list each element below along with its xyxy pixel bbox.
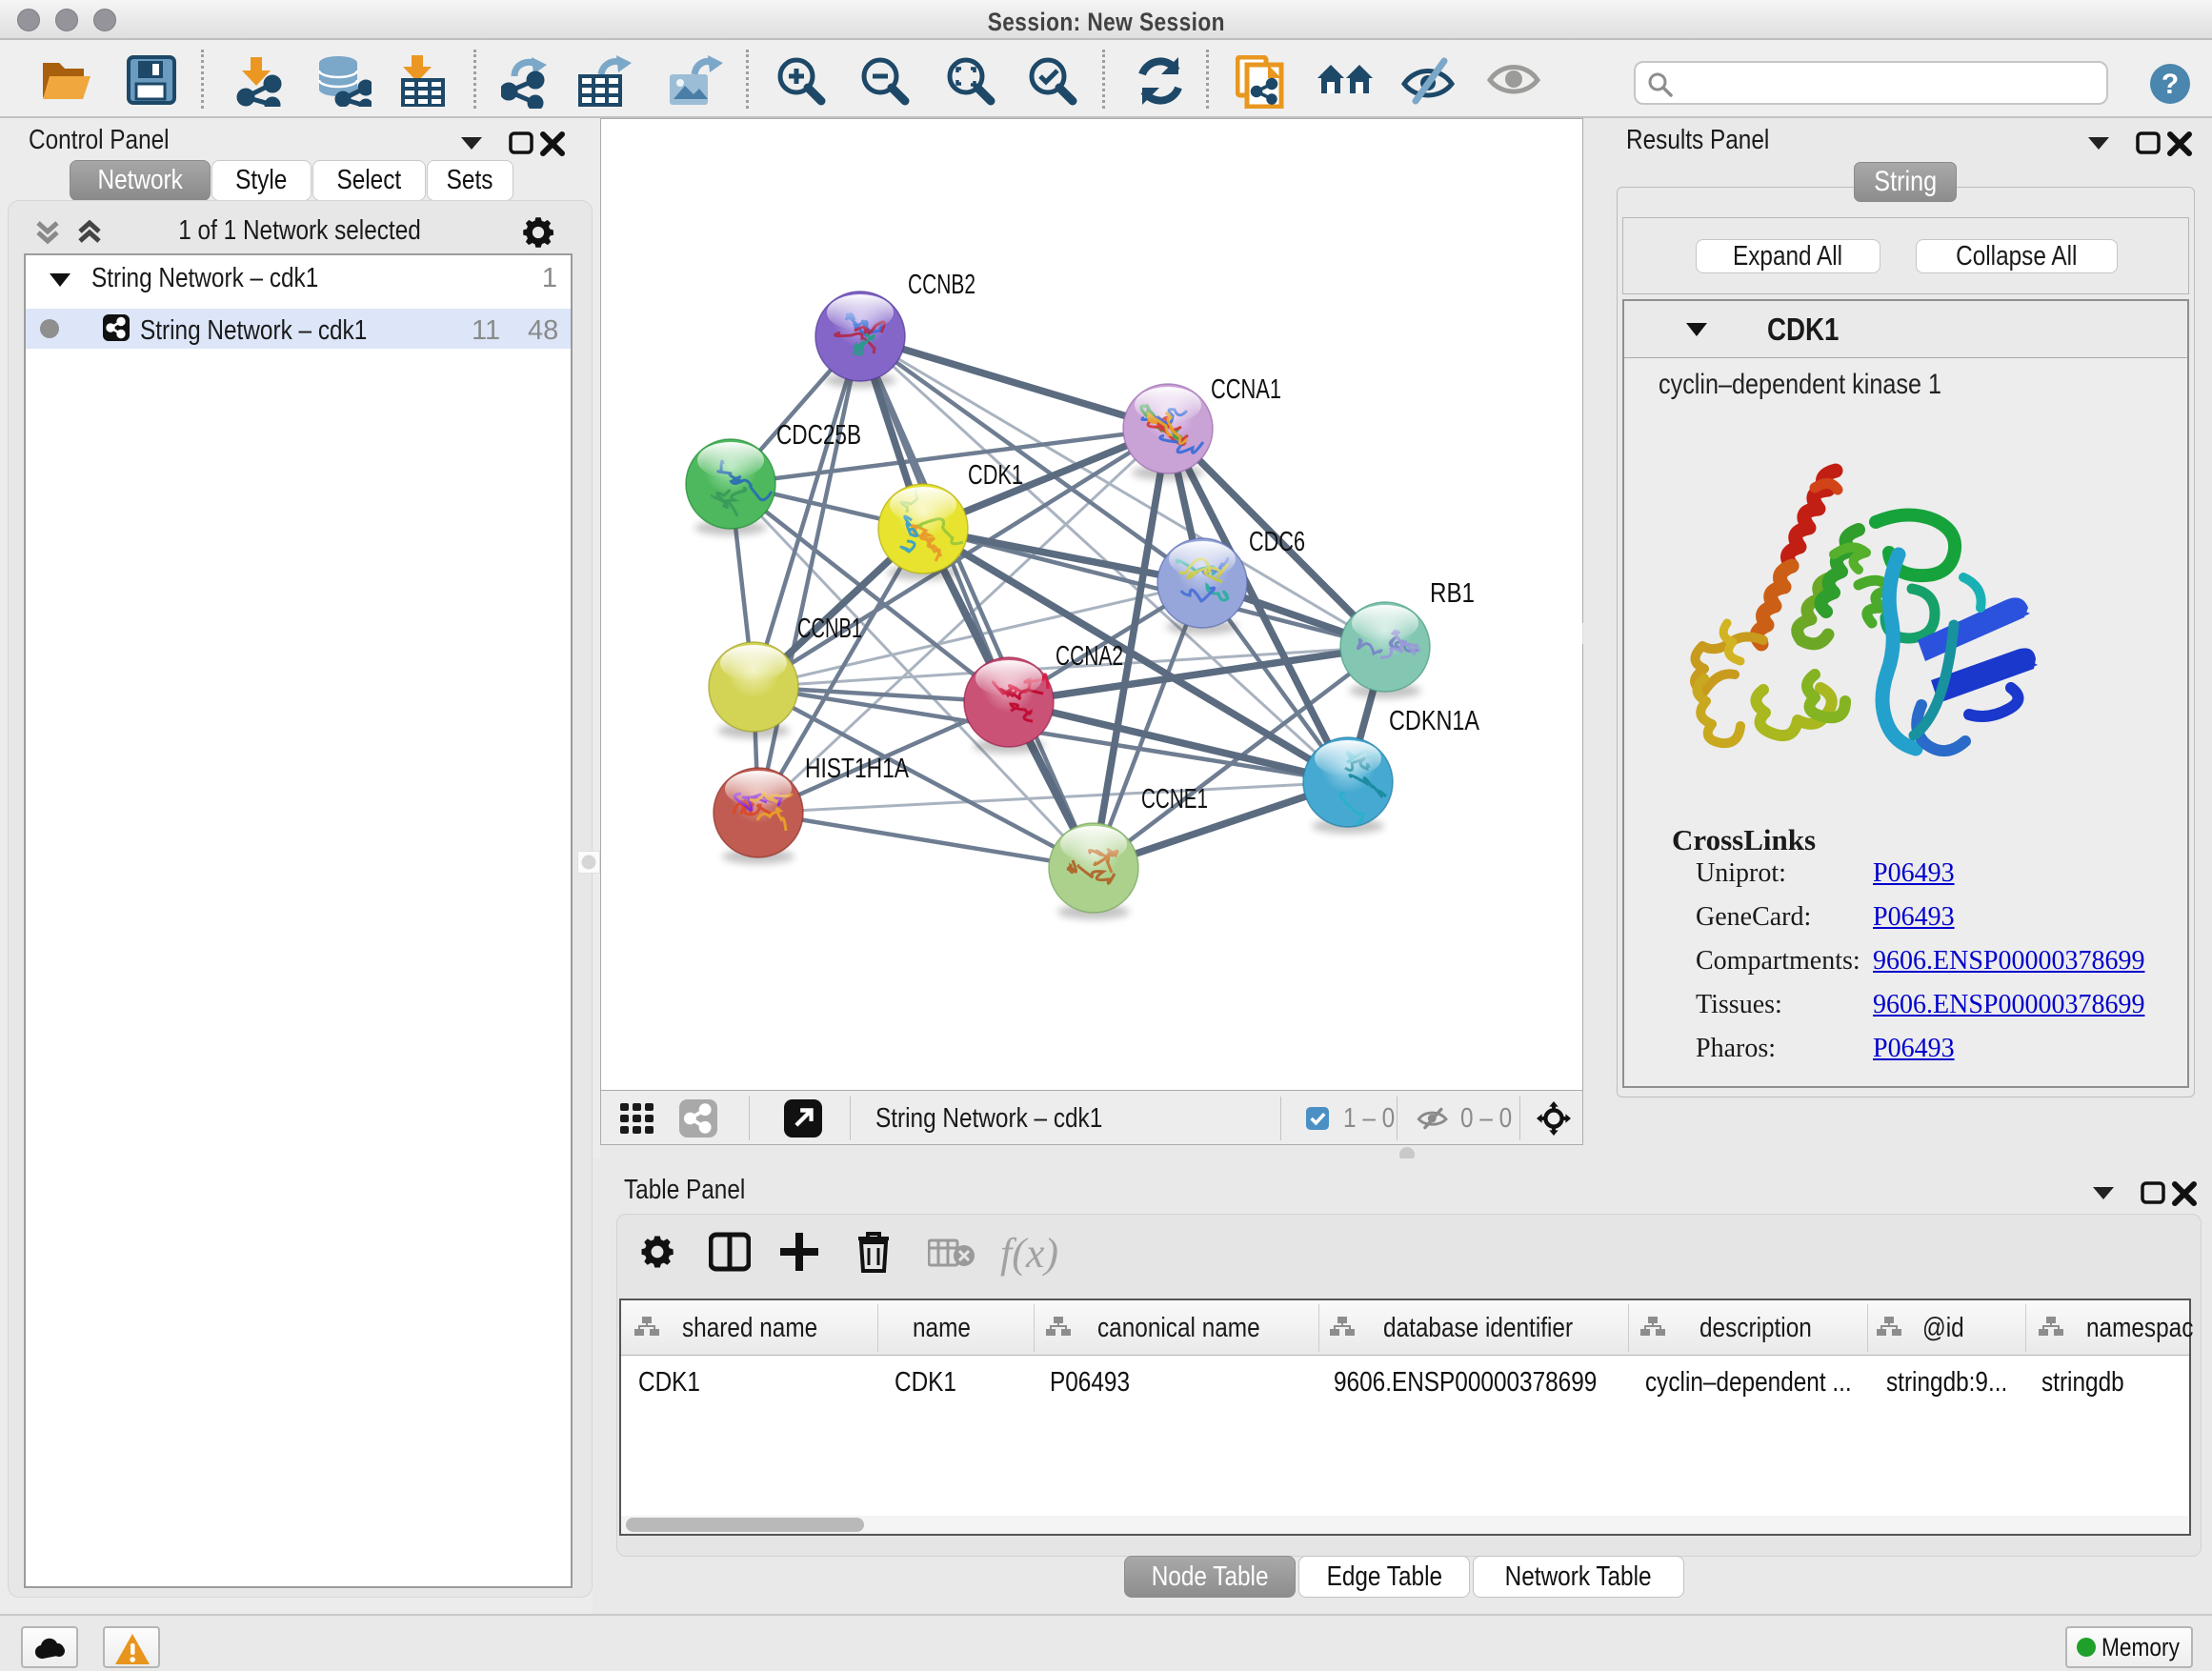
- svg-text:CCNE1: CCNE1: [1141, 784, 1208, 815]
- svg-text:CDC6: CDC6: [1249, 527, 1305, 557]
- svg-text:CDC25B: CDC25B: [776, 420, 861, 451]
- svg-text:CDK1: CDK1: [968, 460, 1023, 491]
- svg-text:CDKN1A: CDKN1A: [1389, 706, 1480, 736]
- svg-text:CCNA1: CCNA1: [1211, 374, 1281, 405]
- svg-text:RB1: RB1: [1430, 578, 1475, 609]
- svg-text:CCNA2: CCNA2: [1056, 641, 1123, 672]
- svg-text:?: ?: [2162, 69, 2179, 100]
- svg-text:CCNB2: CCNB2: [908, 270, 975, 300]
- svg-text:HIST1H1A: HIST1H1A: [805, 754, 910, 784]
- svg-text:CCNB1: CCNB1: [797, 614, 862, 644]
